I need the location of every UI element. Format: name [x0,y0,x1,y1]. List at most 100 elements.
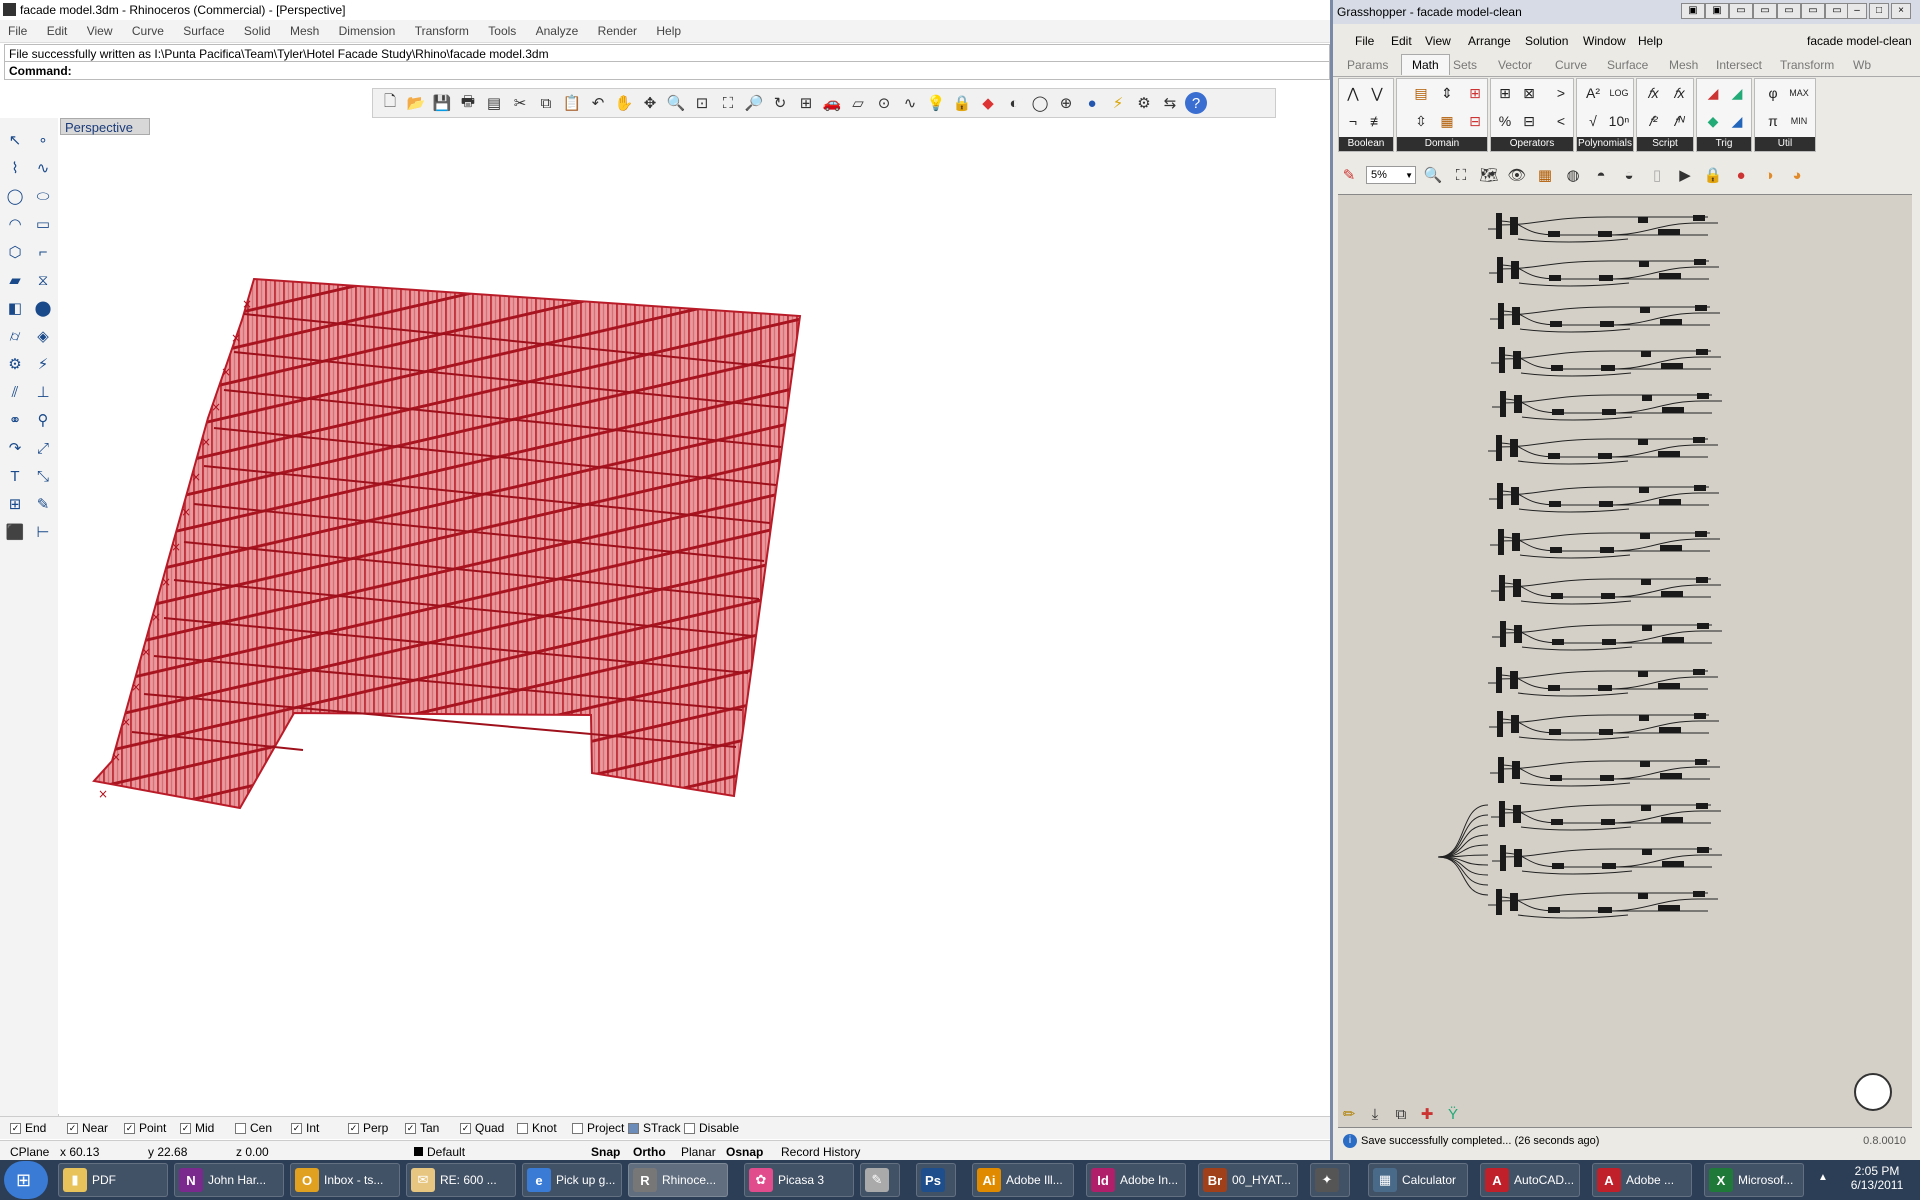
gh-canvas-btn-6[interactable]: ▭ [1801,3,1825,19]
task-pdf[interactable]: ▮ PDF [58,1163,168,1197]
gh-component[interactable] [1511,487,1519,505]
gh-component[interactable] [1510,893,1518,911]
task-acrobat[interactable]: A Adobe ... [1592,1163,1692,1197]
four-views-icon[interactable]: ⊞ [795,92,817,114]
branch-icon[interactable]: Ÿ [1442,1103,1464,1125]
gh-component[interactable] [1510,671,1518,689]
rendered-sphere-icon[interactable]: ● [1081,92,1103,114]
gh-component[interactable] [1599,501,1613,507]
gh-component[interactable] [1641,805,1651,811]
planar-toggle[interactable]: Planar [681,1145,716,1159]
gh-component[interactable] [1550,321,1562,327]
gh-component[interactable] [1658,451,1680,457]
gh-component[interactable] [1658,905,1680,911]
new-file-icon[interactable]: 🗋 [379,92,401,114]
color-wheel-icon[interactable]: ◐ [1003,92,1025,114]
gh-component[interactable] [1510,439,1518,457]
rotate-icon[interactable]: ↷ [3,436,27,460]
gh-component[interactable] [1640,307,1650,313]
preview-eye-icon[interactable]: 👁 [1506,164,1528,186]
gh-component-cluster[interactable] [1492,621,1722,651]
gh-component[interactable] [1599,729,1613,735]
lock-icon[interactable]: 🔒 [951,92,973,114]
multiply-icon[interactable]: ⊠ [1519,83,1539,103]
gh-menu-solution[interactable]: Solution [1525,34,1568,48]
gh-component[interactable] [1658,683,1680,689]
undo-view-icon[interactable]: ↻ [769,92,791,114]
wire-display-icon[interactable]: ◍ [1562,164,1584,186]
add-icon[interactable]: ⊞ [1495,83,1515,103]
gh-component[interactable] [1496,435,1502,461]
gh-component[interactable] [1498,303,1504,329]
tab-sets[interactable]: Sets [1453,58,1477,72]
gh-menu-edit[interactable]: Edit [1391,34,1412,48]
gh-component[interactable] [1638,893,1648,899]
paste-icon[interactable]: 📋 [561,92,583,114]
gh-component[interactable] [1697,393,1709,399]
gh-component[interactable] [1638,671,1648,677]
osnap-near[interactable]: ✓ Near [67,1121,108,1135]
light-bulb-icon[interactable]: 💡 [925,92,947,114]
menu-curve[interactable]: Curve [124,20,172,38]
mesh-icon[interactable]: ◈ [31,324,55,348]
point-icon[interactable]: ∘ [31,128,55,152]
open-folder-icon[interactable]: 📂 [405,92,427,114]
sine-icon[interactable]: ◢ [1703,83,1723,103]
remap-icon[interactable]: ⊞ [1465,83,1485,103]
osnap-tan[interactable]: ✓ Tan [405,1121,439,1135]
gh-component[interactable] [1601,593,1615,599]
gh-component-cluster[interactable] [1489,483,1719,513]
named-views-icon[interactable]: 🗺 [1478,164,1500,186]
car-icon[interactable]: 🚗 [821,92,843,114]
gh-document-name[interactable]: facade model-clean [1807,34,1912,48]
xor-icon[interactable]: ≢ [1367,111,1387,131]
gh-component[interactable] [1696,803,1708,809]
gh-component[interactable] [1499,801,1505,827]
task-excel[interactable]: X Microsof... [1704,1163,1804,1197]
gh-component-cluster[interactable] [1492,391,1722,421]
gh-component[interactable] [1642,625,1652,631]
move-icon[interactable]: ⤢ [31,436,55,460]
gh-component[interactable] [1641,351,1651,357]
zoom-extents-icon[interactable]: ⛶ [717,92,739,114]
tab-transform[interactable]: Transform [1780,58,1834,72]
osnap-end[interactable]: ✓ End [10,1121,46,1135]
cylinder-icon[interactable]: ⌭ [3,324,27,348]
osnap-end-checkbox[interactable]: ✓ [10,1122,21,1134]
fillet-icon[interactable]: ⌐ [31,240,55,264]
shaded-sphere-icon[interactable]: ◯ [1029,92,1051,114]
system-clock[interactable]: 2:05 PM 6/13/2011 [1838,1164,1916,1192]
command-line[interactable]: Command: [4,62,1330,80]
gh-component[interactable] [1600,547,1614,553]
bounds-icon[interactable]: ⇕ [1437,83,1457,103]
current-layer[interactable]: Default [427,1145,465,1159]
task-rhino[interactable]: R Rhinoce... [628,1163,728,1197]
menu-help[interactable]: Help [648,20,689,38]
menu-edit[interactable]: Edit [39,20,76,38]
gh-component[interactable] [1552,409,1564,415]
task-pencil[interactable]: ✎ [860,1163,900,1197]
box-icon[interactable]: ◧ [3,296,27,320]
pan-hand-icon[interactable]: ✋ [613,92,635,114]
gh-component[interactable] [1697,847,1709,853]
gh-component[interactable] [1639,715,1649,721]
gh-component[interactable] [1638,439,1648,445]
gh-component[interactable] [1660,319,1682,325]
import-icon[interactable]: ⤓ [1364,1103,1386,1125]
zoom-selected-icon[interactable]: 🔎 [743,92,765,114]
gh-component-cluster[interactable] [1489,711,1719,741]
osnap-quad[interactable]: ✓ Quad [460,1121,504,1135]
rectangle-icon[interactable]: ▭ [31,212,55,236]
gh-component[interactable] [1642,849,1652,855]
gh-component[interactable] [1693,669,1705,675]
gh-menu-help[interactable]: Help [1638,34,1663,48]
polyline-icon[interactable]: ⌇ [3,156,27,180]
gh-component[interactable] [1514,625,1522,643]
record-history-toggle[interactable]: Record History [781,1145,860,1159]
perspective-viewport[interactable]: × × × × × × × × × × × × × × × [58,118,1330,1114]
gh-component[interactable] [1693,891,1705,897]
viewport-title[interactable]: Perspective [60,118,150,135]
tab-vector[interactable]: Vector [1498,58,1532,72]
curve-icon[interactable]: ∿ [31,156,55,180]
gh-component[interactable] [1661,591,1683,597]
